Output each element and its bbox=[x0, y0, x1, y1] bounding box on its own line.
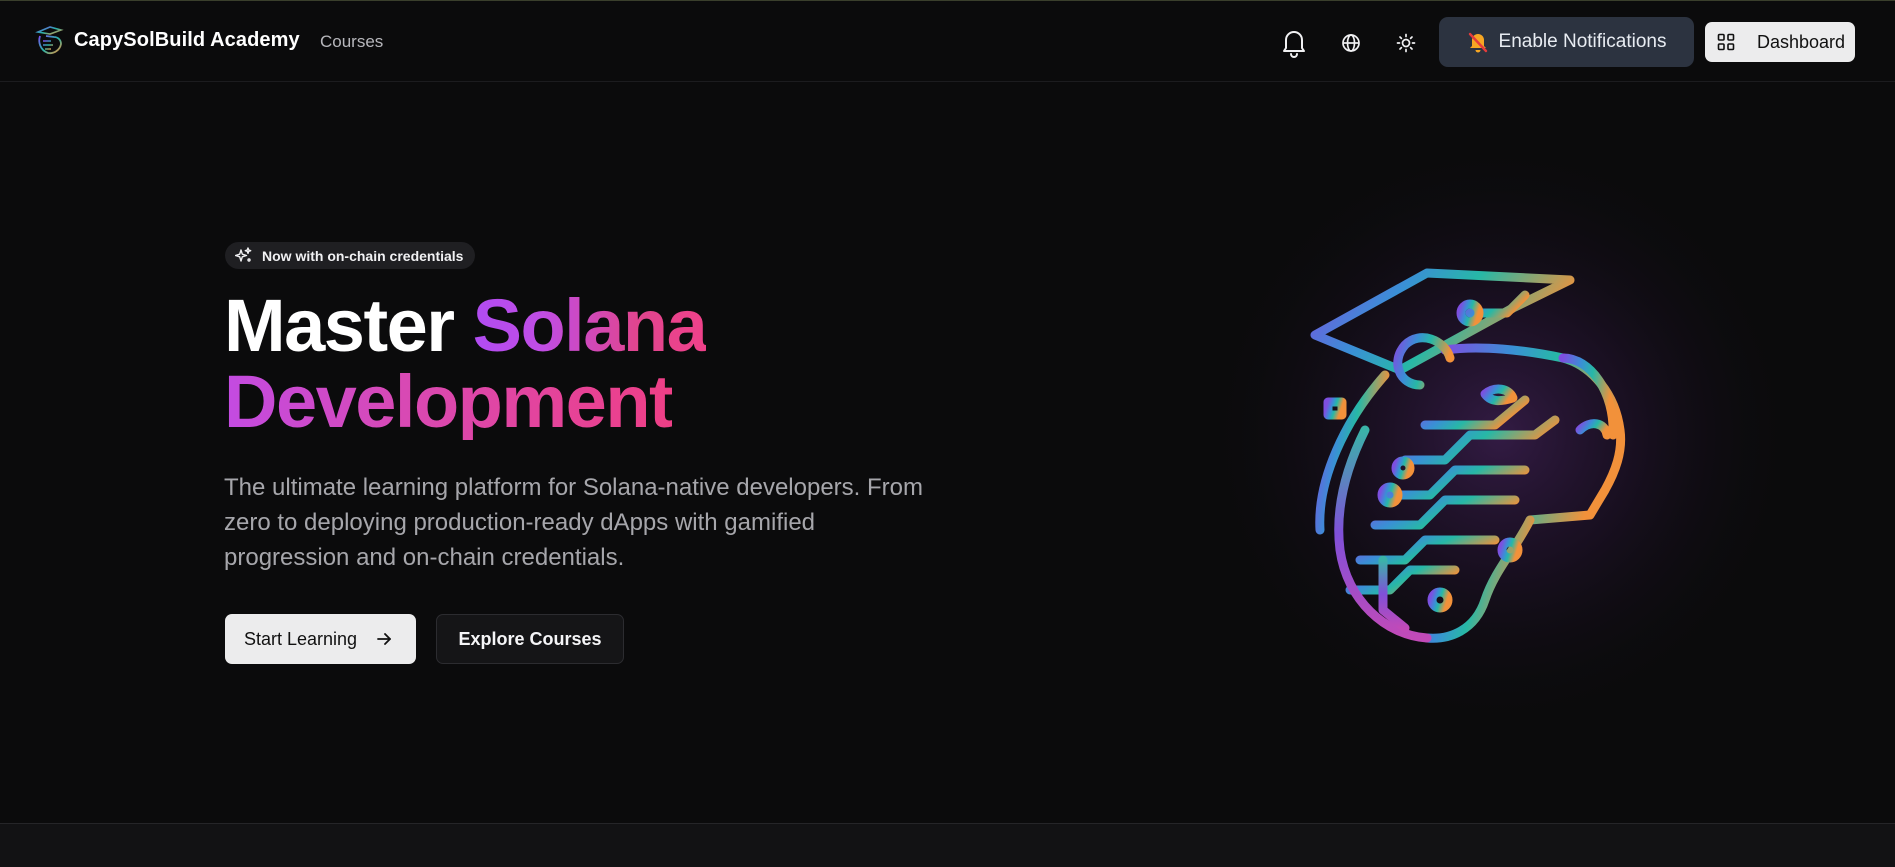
start-learning-button[interactable]: Start Learning bbox=[225, 614, 416, 664]
brand-logo-icon bbox=[35, 26, 64, 55]
nav-link-courses[interactable]: Courses bbox=[320, 32, 383, 52]
headline-word-solana: Solana bbox=[472, 284, 708, 367]
notifications-button[interactable] bbox=[1274, 23, 1314, 63]
brand-link[interactable]: CapySolBuild Academy bbox=[34, 24, 300, 56]
hero-subtext: The ultimate learning platform for Solan… bbox=[224, 474, 923, 571]
hero-illustration bbox=[1195, 130, 1805, 740]
theme-toggle-button[interactable] bbox=[1386, 23, 1426, 63]
capybara-graduation-icon bbox=[1200, 135, 1800, 735]
headline-word-development: Development bbox=[224, 360, 674, 443]
credentials-badge: Now with on-chain credentials bbox=[225, 242, 476, 269]
dashboard-label: Dashboard bbox=[1757, 31, 1846, 52]
top-navbar: CapySolBuild Academy Courses Enable Noti… bbox=[0, 0, 1895, 82]
language-button[interactable] bbox=[1331, 23, 1371, 63]
dashboard-button[interactable]: Dashboard bbox=[1705, 22, 1855, 62]
explore-courses-label: Explore Courses bbox=[458, 628, 602, 649]
sun-icon bbox=[1396, 33, 1416, 53]
badge-label: Now with on-chain credentials bbox=[262, 247, 464, 264]
headline-word-master: Master bbox=[224, 284, 455, 367]
bell-icon bbox=[1283, 31, 1305, 58]
enable-notifications-button[interactable]: Enable Notifications bbox=[1439, 17, 1694, 67]
globe-icon bbox=[1342, 34, 1360, 52]
next-section-band bbox=[0, 823, 1895, 867]
explore-courses-button[interactable]: Explore Courses bbox=[436, 614, 624, 664]
start-learning-label: Start Learning bbox=[244, 628, 358, 649]
grid-icon bbox=[1717, 33, 1735, 51]
arrow-right-icon bbox=[377, 633, 391, 645]
page: CapySolBuild Academy Courses Enable Noti… bbox=[0, 0, 1895, 867]
hero-headline: Master Solana Development bbox=[224, 288, 708, 443]
brand-name: CapySolBuild Academy bbox=[74, 28, 300, 51]
sparkles-icon bbox=[235, 247, 252, 262]
bell-slash-icon bbox=[1468, 32, 1487, 53]
enable-notifications-label: Enable Notifications bbox=[1498, 31, 1667, 52]
